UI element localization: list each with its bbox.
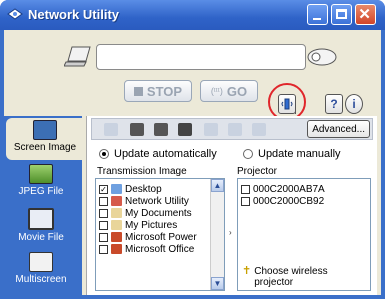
checkbox-checked[interactable]: ✓: [99, 184, 108, 194]
list-item-label: My Pictures: [125, 219, 178, 231]
music-icon[interactable]: [178, 123, 192, 136]
laptop-icon: [64, 46, 91, 67]
app-icon: [7, 8, 23, 20]
powerpoint-icon: [111, 232, 122, 242]
wireless-icon: (ᵗᵗᵗ): [210, 86, 223, 96]
advanced-button[interactable]: Advanced...: [307, 120, 370, 138]
list-item[interactable]: ✓ Desktop: [96, 183, 224, 195]
sidebar-item-label: Multiscreen: [15, 274, 67, 285]
stop-label: STOP: [146, 83, 183, 99]
minimize-button[interactable]: [307, 4, 328, 25]
sidebar-item-jpeg-file[interactable]: JPEG File: [6, 162, 76, 204]
sidebar-item-label: Screen Image: [13, 142, 77, 153]
window-tool-icon[interactable]: [154, 123, 168, 136]
choose-projector-hint: ✝ Choose wireless projector: [242, 265, 334, 289]
projector-item-label: 000C2000AB7A: [253, 183, 325, 195]
list-item[interactable]: Microsoft Office: [96, 243, 224, 255]
transmission-image-label: Transmission Image: [97, 166, 187, 177]
list-item-label: Network Utility: [125, 195, 189, 207]
checkbox[interactable]: [99, 244, 108, 254]
window-title: Network Utility: [28, 7, 120, 22]
list-item-label: My Documents: [125, 207, 192, 219]
checkbox[interactable]: [99, 232, 108, 242]
info-label: i: [352, 97, 356, 111]
list-item-label: Microsoft Office: [125, 243, 195, 255]
sidebar: Screen Image JPEG File Movie File Multis…: [4, 116, 84, 295]
list-item[interactable]: Microsoft Power: [96, 231, 224, 243]
movie-file-icon: [28, 208, 54, 230]
projector-icon: [307, 48, 337, 66]
close-button[interactable]: [355, 4, 376, 25]
scroll-down-arrow[interactable]: ▼: [211, 277, 224, 290]
arrow-right-icon: ›: [229, 228, 232, 237]
screen-image-panel: Advanced... Update automatically Update …: [86, 116, 377, 295]
connection-area: STOP (ᵗᵗᵗ) GO ? i: [4, 30, 381, 121]
title-bar[interactable]: Network Utility: [0, 0, 385, 30]
radio-auto-label: Update automatically: [114, 148, 217, 160]
choose-hint-text: Choose wireless projector: [254, 266, 328, 288]
radio-unselected: [243, 149, 253, 159]
client-area: STOP (ᵗᵗᵗ) GO ? i Screen Image JPEG File…: [4, 30, 381, 295]
folder-icon: [111, 220, 122, 230]
screen-image-icon: [33, 120, 57, 140]
list-item[interactable]: My Documents: [96, 207, 224, 219]
office-icon: [111, 244, 122, 254]
scroll-up-arrow[interactable]: ▲: [211, 179, 224, 192]
list-item-label: Microsoft Power: [125, 231, 197, 243]
list-item[interactable]: 000C2000AB7A: [238, 183, 370, 195]
radio-selected: [99, 149, 109, 159]
jpeg-file-icon: [29, 164, 53, 184]
checkbox[interactable]: [99, 220, 108, 230]
list-item[interactable]: My Pictures: [96, 219, 224, 231]
go-button[interactable]: (ᵗᵗᵗ) GO: [200, 80, 258, 102]
multiscreen-icon: [29, 252, 53, 272]
help-button[interactable]: ?: [325, 94, 343, 114]
update-manual-radio[interactable]: Update manually: [243, 148, 341, 160]
transmission-list[interactable]: ✓ Desktop Network Utility My Documents M…: [95, 178, 225, 291]
sidebar-item-movie-file[interactable]: Movie File: [6, 206, 76, 248]
list-item[interactable]: Network Utility: [96, 195, 224, 207]
display-tool-icon[interactable]: [130, 123, 144, 136]
projector-item-label: 000C2000CB92: [253, 195, 325, 207]
sidebar-item-multiscreen[interactable]: Multiscreen: [6, 250, 76, 292]
image-toolbar: Advanced...: [91, 118, 373, 140]
auto-tool-icon: [228, 123, 242, 136]
radio-manual-label: Update manually: [258, 148, 341, 160]
folder-icon: [111, 208, 122, 218]
scrollbar[interactable]: ▲ ▼: [210, 179, 224, 290]
stop-button[interactable]: STOP: [124, 80, 192, 102]
info-button[interactable]: i: [345, 94, 363, 114]
checkbox[interactable]: [99, 196, 108, 206]
network-utility-icon: [111, 196, 122, 206]
sidebar-item-screen-image[interactable]: Screen Image: [6, 118, 84, 160]
checkbox[interactable]: [99, 208, 108, 218]
pointer-tool-icon: [204, 123, 218, 136]
network-utility-window: Network Utility STOP (ᵗᵗᵗ) GO ? i Screen…: [0, 0, 385, 299]
maximize-button[interactable]: [331, 4, 352, 25]
checkbox[interactable]: [241, 196, 250, 206]
advanced-label: Advanced...: [312, 123, 365, 135]
swap-tool-icon: [252, 123, 266, 136]
stop-icon: [133, 86, 143, 96]
go-label: GO: [226, 83, 248, 99]
close-icon: [359, 8, 370, 19]
desktop-icon: [111, 184, 122, 194]
sidebar-item-label: Movie File: [18, 232, 64, 243]
list-item[interactable]: 000C2000CB92: [238, 195, 370, 207]
checkbox[interactable]: [241, 184, 250, 194]
projector-label: Projector: [237, 166, 278, 177]
update-auto-radio[interactable]: Update automatically: [99, 148, 217, 160]
address-field[interactable]: [96, 44, 306, 70]
list-item-label: Desktop: [125, 183, 162, 195]
wireless-tool-icon: [104, 123, 118, 136]
pointer-icon: ✝: [242, 265, 252, 277]
projector-list[interactable]: 000C2000AB7A 000C2000CB92 ✝ Choose wirel…: [237, 178, 371, 291]
help-label: ?: [330, 97, 338, 111]
sidebar-item-label: JPEG File: [18, 186, 64, 197]
